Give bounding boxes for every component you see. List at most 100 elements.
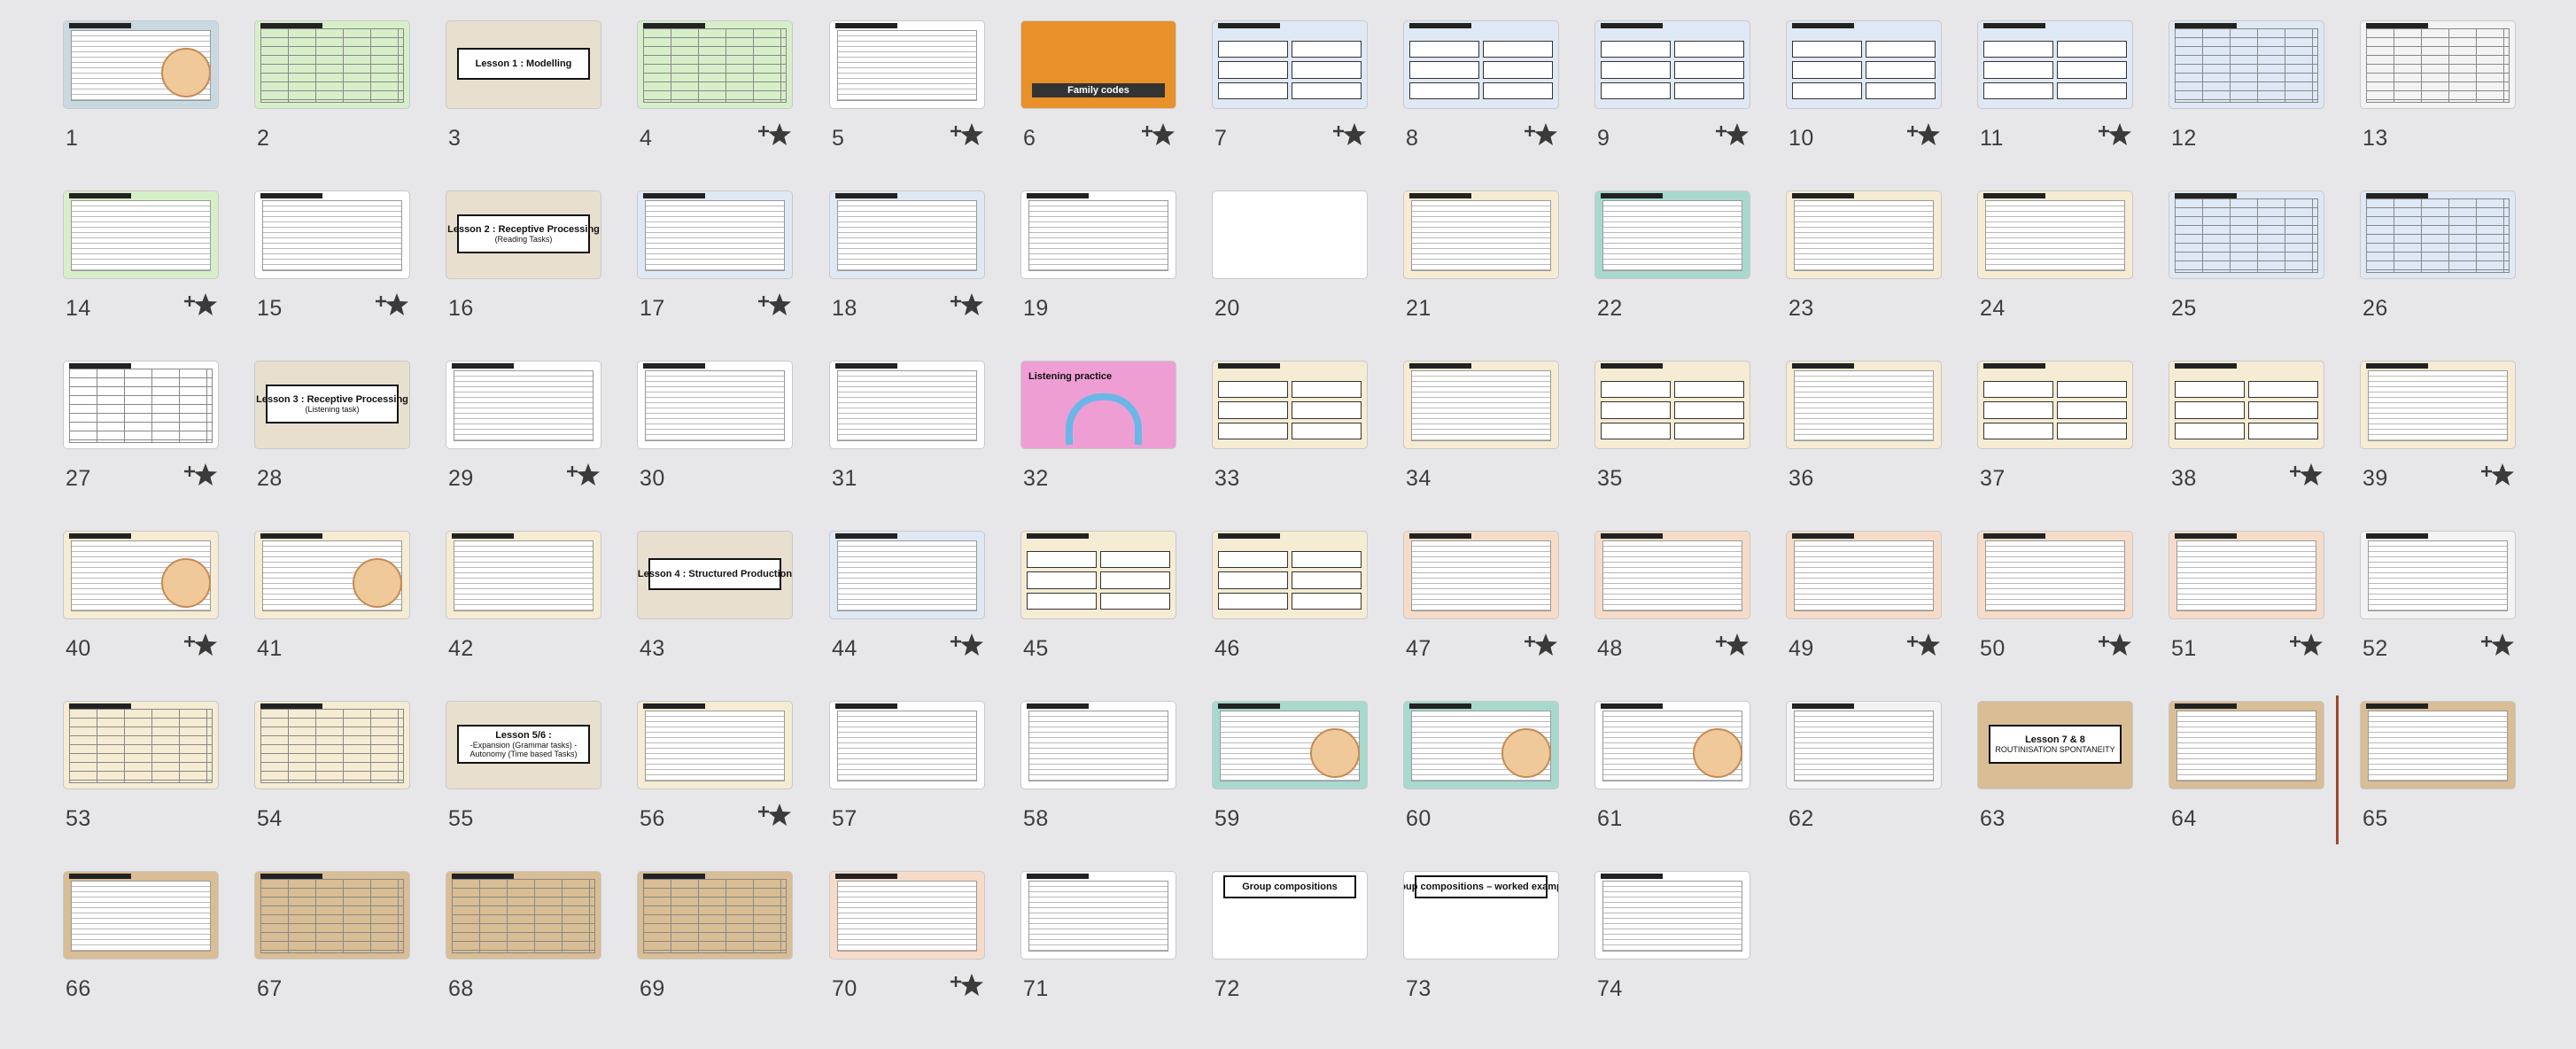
star-with-sparkle-icon[interactable]: [1525, 631, 1558, 657]
slide-60[interactable]: 60: [1404, 702, 1558, 852]
slide-7[interactable]: 7: [1213, 21, 1367, 172]
slide-14[interactable]: 14: [64, 191, 218, 342]
star-with-sparkle-icon[interactable]: [1142, 120, 1175, 147]
slide-thumbnail[interactable]: [446, 361, 601, 448]
slide-thumbnail[interactable]: [1021, 702, 1175, 789]
star-with-sparkle-icon[interactable]: [376, 291, 409, 317]
slide-thumbnail[interactable]: [1978, 532, 2132, 618]
slide-thumbnail[interactable]: [2169, 532, 2324, 618]
slide-24[interactable]: 24: [1978, 191, 2132, 342]
slide-thumbnail[interactable]: [2169, 702, 2324, 789]
slide-51[interactable]: 51: [2169, 532, 2324, 682]
slide-thumbnail[interactable]: Reading: [1213, 191, 1367, 278]
slide-68[interactable]: 68: [446, 872, 601, 1022]
slide-50[interactable]: 50: [1978, 532, 2132, 682]
slide-55[interactable]: Lesson 5/6 : -Expansion (Grammar tasks) -…: [446, 702, 601, 852]
slide-21[interactable]: 21: [1404, 191, 1558, 342]
slide-59[interactable]: 59: [1213, 702, 1367, 852]
slide-thumbnail[interactable]: [2169, 361, 2324, 448]
slide-thumbnail[interactable]: Group compositions – worked example:: [1404, 872, 1558, 959]
slide-thumbnail[interactable]: [1213, 702, 1367, 789]
slide-thumbnail[interactable]: [638, 702, 792, 789]
slide-thumbnail[interactable]: [1787, 702, 1941, 789]
star-with-sparkle-icon[interactable]: [950, 971, 984, 998]
slide-47[interactable]: 47: [1404, 532, 1558, 682]
slide-3[interactable]: Lesson 1 : Modelling 3: [446, 21, 601, 172]
slide-thumbnail[interactable]: [1213, 21, 1367, 108]
slide-thumbnail[interactable]: [64, 702, 218, 789]
star-with-sparkle-icon[interactable]: [1525, 120, 1558, 147]
slide-thumbnail[interactable]: [2361, 361, 2515, 448]
slide-thumbnail[interactable]: [830, 21, 984, 108]
slide-thumbnail[interactable]: [830, 191, 984, 278]
star-with-sparkle-icon[interactable]: [2290, 461, 2324, 487]
star-with-sparkle-icon[interactable]: [2099, 631, 2132, 657]
star-with-sparkle-icon[interactable]: [567, 461, 601, 487]
slide-thumbnail[interactable]: [64, 191, 218, 278]
slide-9[interactable]: 9: [1595, 21, 1750, 172]
slide-4[interactable]: 4: [638, 21, 792, 172]
slide-22[interactable]: 22: [1595, 191, 1750, 342]
slide-5[interactable]: 5: [830, 21, 984, 172]
slide-thumbnail[interactable]: [1595, 21, 1750, 108]
slide-thumbnail[interactable]: [638, 21, 792, 108]
slide-thumbnail[interactable]: [446, 532, 601, 618]
slide-16[interactable]: Lesson 2 : Receptive Processing (Reading …: [446, 191, 601, 342]
slide-thumbnail[interactable]: [1787, 191, 1941, 278]
star-with-sparkle-icon[interactable]: [950, 291, 984, 317]
slide-thumbnail[interactable]: Lesson 5/6 : -Expansion (Grammar tasks) -…: [446, 702, 601, 789]
slide-thumbnail[interactable]: [1404, 21, 1558, 108]
slide-thumbnail[interactable]: [1787, 361, 1941, 448]
slide-31[interactable]: 31: [830, 361, 984, 512]
slide-58[interactable]: 58: [1021, 702, 1175, 852]
slide-17[interactable]: 17: [638, 191, 792, 342]
slide-40[interactable]: 40: [64, 532, 218, 682]
slide-65[interactable]: 65: [2361, 702, 2515, 852]
slide-30[interactable]: 30: [638, 361, 792, 512]
star-with-sparkle-icon[interactable]: [758, 291, 792, 317]
slide-45[interactable]: 45: [1021, 532, 1175, 682]
slide-10[interactable]: 10: [1787, 21, 1941, 172]
star-with-sparkle-icon[interactable]: [1333, 120, 1367, 147]
star-with-sparkle-icon[interactable]: [2099, 120, 2132, 147]
slide-36[interactable]: 36: [1787, 361, 1941, 512]
slide-thumbnail[interactable]: [1595, 361, 1750, 448]
slide-thumbnail[interactable]: [1595, 191, 1750, 278]
slide-thumbnail[interactable]: [255, 21, 409, 108]
star-with-sparkle-icon[interactable]: [184, 291, 218, 317]
slide-11[interactable]: 11: [1978, 21, 2132, 172]
slide-thumbnail[interactable]: [1787, 21, 1941, 108]
slide-thumbnail[interactable]: [1978, 361, 2132, 448]
slide-thumbnail[interactable]: [1787, 532, 1941, 618]
star-with-sparkle-icon[interactable]: [758, 801, 792, 828]
slide-72[interactable]: Group compositions 72: [1213, 872, 1367, 1022]
slide-63[interactable]: Lesson 7 & 8 ROUTINISATION SPONTANEITY 63: [1978, 702, 2132, 852]
star-with-sparkle-icon[interactable]: [950, 631, 984, 657]
slide-thumbnail[interactable]: [2169, 21, 2324, 108]
slide-thumbnail[interactable]: [255, 702, 409, 789]
slide-39[interactable]: 39: [2361, 361, 2515, 512]
slide-23[interactable]: 23: [1787, 191, 1941, 342]
star-with-sparkle-icon[interactable]: [2481, 461, 2515, 487]
slide-46[interactable]: 46: [1213, 532, 1367, 682]
slide-thumbnail[interactable]: [638, 191, 792, 278]
slide-67[interactable]: 67: [255, 872, 409, 1022]
slide-thumbnail[interactable]: [1021, 532, 1175, 618]
slide-35[interactable]: 35: [1595, 361, 1750, 512]
slide-thumbnail[interactable]: Family codes: [1021, 21, 1175, 108]
slide-thumbnail[interactable]: [64, 532, 218, 618]
slide-20[interactable]: Reading 20: [1213, 191, 1367, 342]
slide-52[interactable]: 52: [2361, 532, 2515, 682]
slide-38[interactable]: 38: [2169, 361, 2324, 512]
slide-thumbnail[interactable]: [2361, 702, 2515, 789]
slide-15[interactable]: 15: [255, 191, 409, 342]
slide-69[interactable]: 69: [638, 872, 792, 1022]
slide-73[interactable]: Group compositions – worked example: 73: [1404, 872, 1558, 1022]
slide-29[interactable]: 29: [446, 361, 601, 512]
star-with-sparkle-icon[interactable]: [1716, 120, 1750, 147]
slide-thumbnail[interactable]: [1595, 532, 1750, 618]
slide-thumbnail[interactable]: [64, 21, 218, 108]
slide-66[interactable]: 66: [64, 872, 218, 1022]
slide-18[interactable]: 18: [830, 191, 984, 342]
slide-thumbnail[interactable]: [446, 872, 601, 959]
